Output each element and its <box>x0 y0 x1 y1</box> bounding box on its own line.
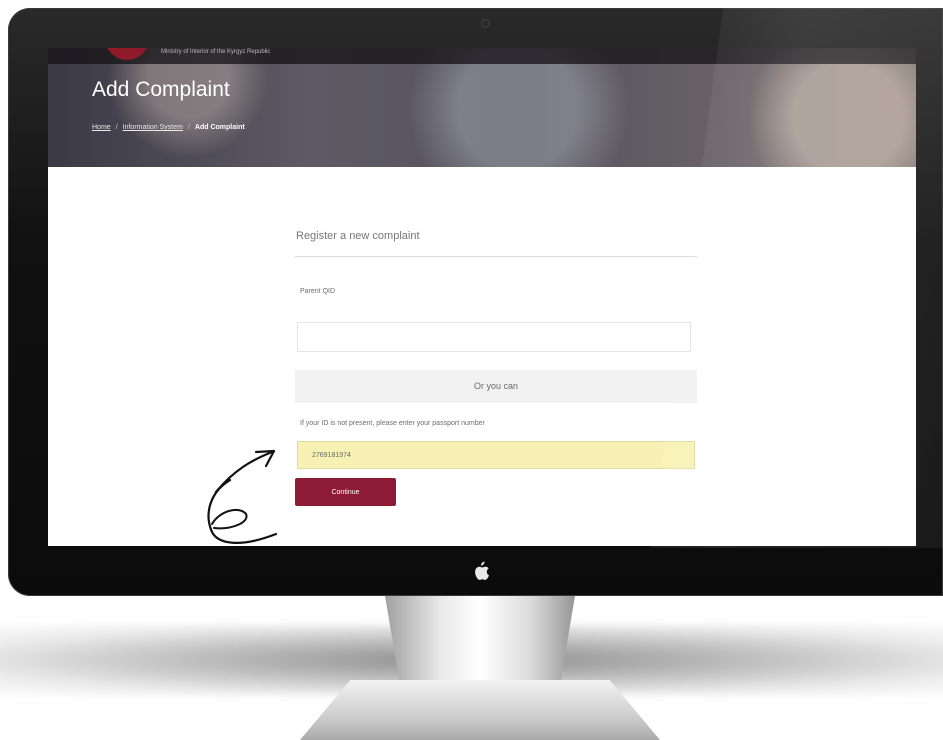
breadcrumb-separator: / <box>115 124 118 131</box>
breadcrumb-separator: / <box>187 124 190 131</box>
apple-icon <box>471 560 491 582</box>
parent-id-input[interactable] <box>297 322 691 352</box>
breadcrumb: Home / Information System / Add Complaint <box>92 124 245 131</box>
breadcrumb-home[interactable]: Home <box>92 124 111 131</box>
passport-label: If your ID is not present, please enter … <box>300 420 485 427</box>
or-divider: Or you can <box>295 370 697 403</box>
page-title: Add Complaint <box>92 78 230 101</box>
breadcrumb-current: Add Complaint <box>194 124 245 131</box>
parent-id-label: Parent QID <box>300 288 336 295</box>
logo-tagline: Ministry of Interior of the Kyrgyz Repub… <box>161 49 271 55</box>
monitor-stand <box>384 590 576 685</box>
form-divider <box>295 256 697 257</box>
passport-input[interactable] <box>297 441 695 469</box>
form-heading: Register a new complaint <box>296 230 420 242</box>
annotation-arrow-icon <box>207 449 278 544</box>
camera-icon <box>482 20 489 27</box>
screen: Ministry of Interior of the Kyrgyz Repub… <box>48 48 916 546</box>
breadcrumb-information-system[interactable]: Information System <box>123 124 183 131</box>
hero-banner: Ministry of Interior of the Kyrgyz Repub… <box>48 48 916 167</box>
continue-button[interactable]: Continue <box>295 478 396 506</box>
monitor-stand-base <box>300 680 660 740</box>
complaint-form: Register a new complaint Parent QID Or y… <box>295 230 697 506</box>
